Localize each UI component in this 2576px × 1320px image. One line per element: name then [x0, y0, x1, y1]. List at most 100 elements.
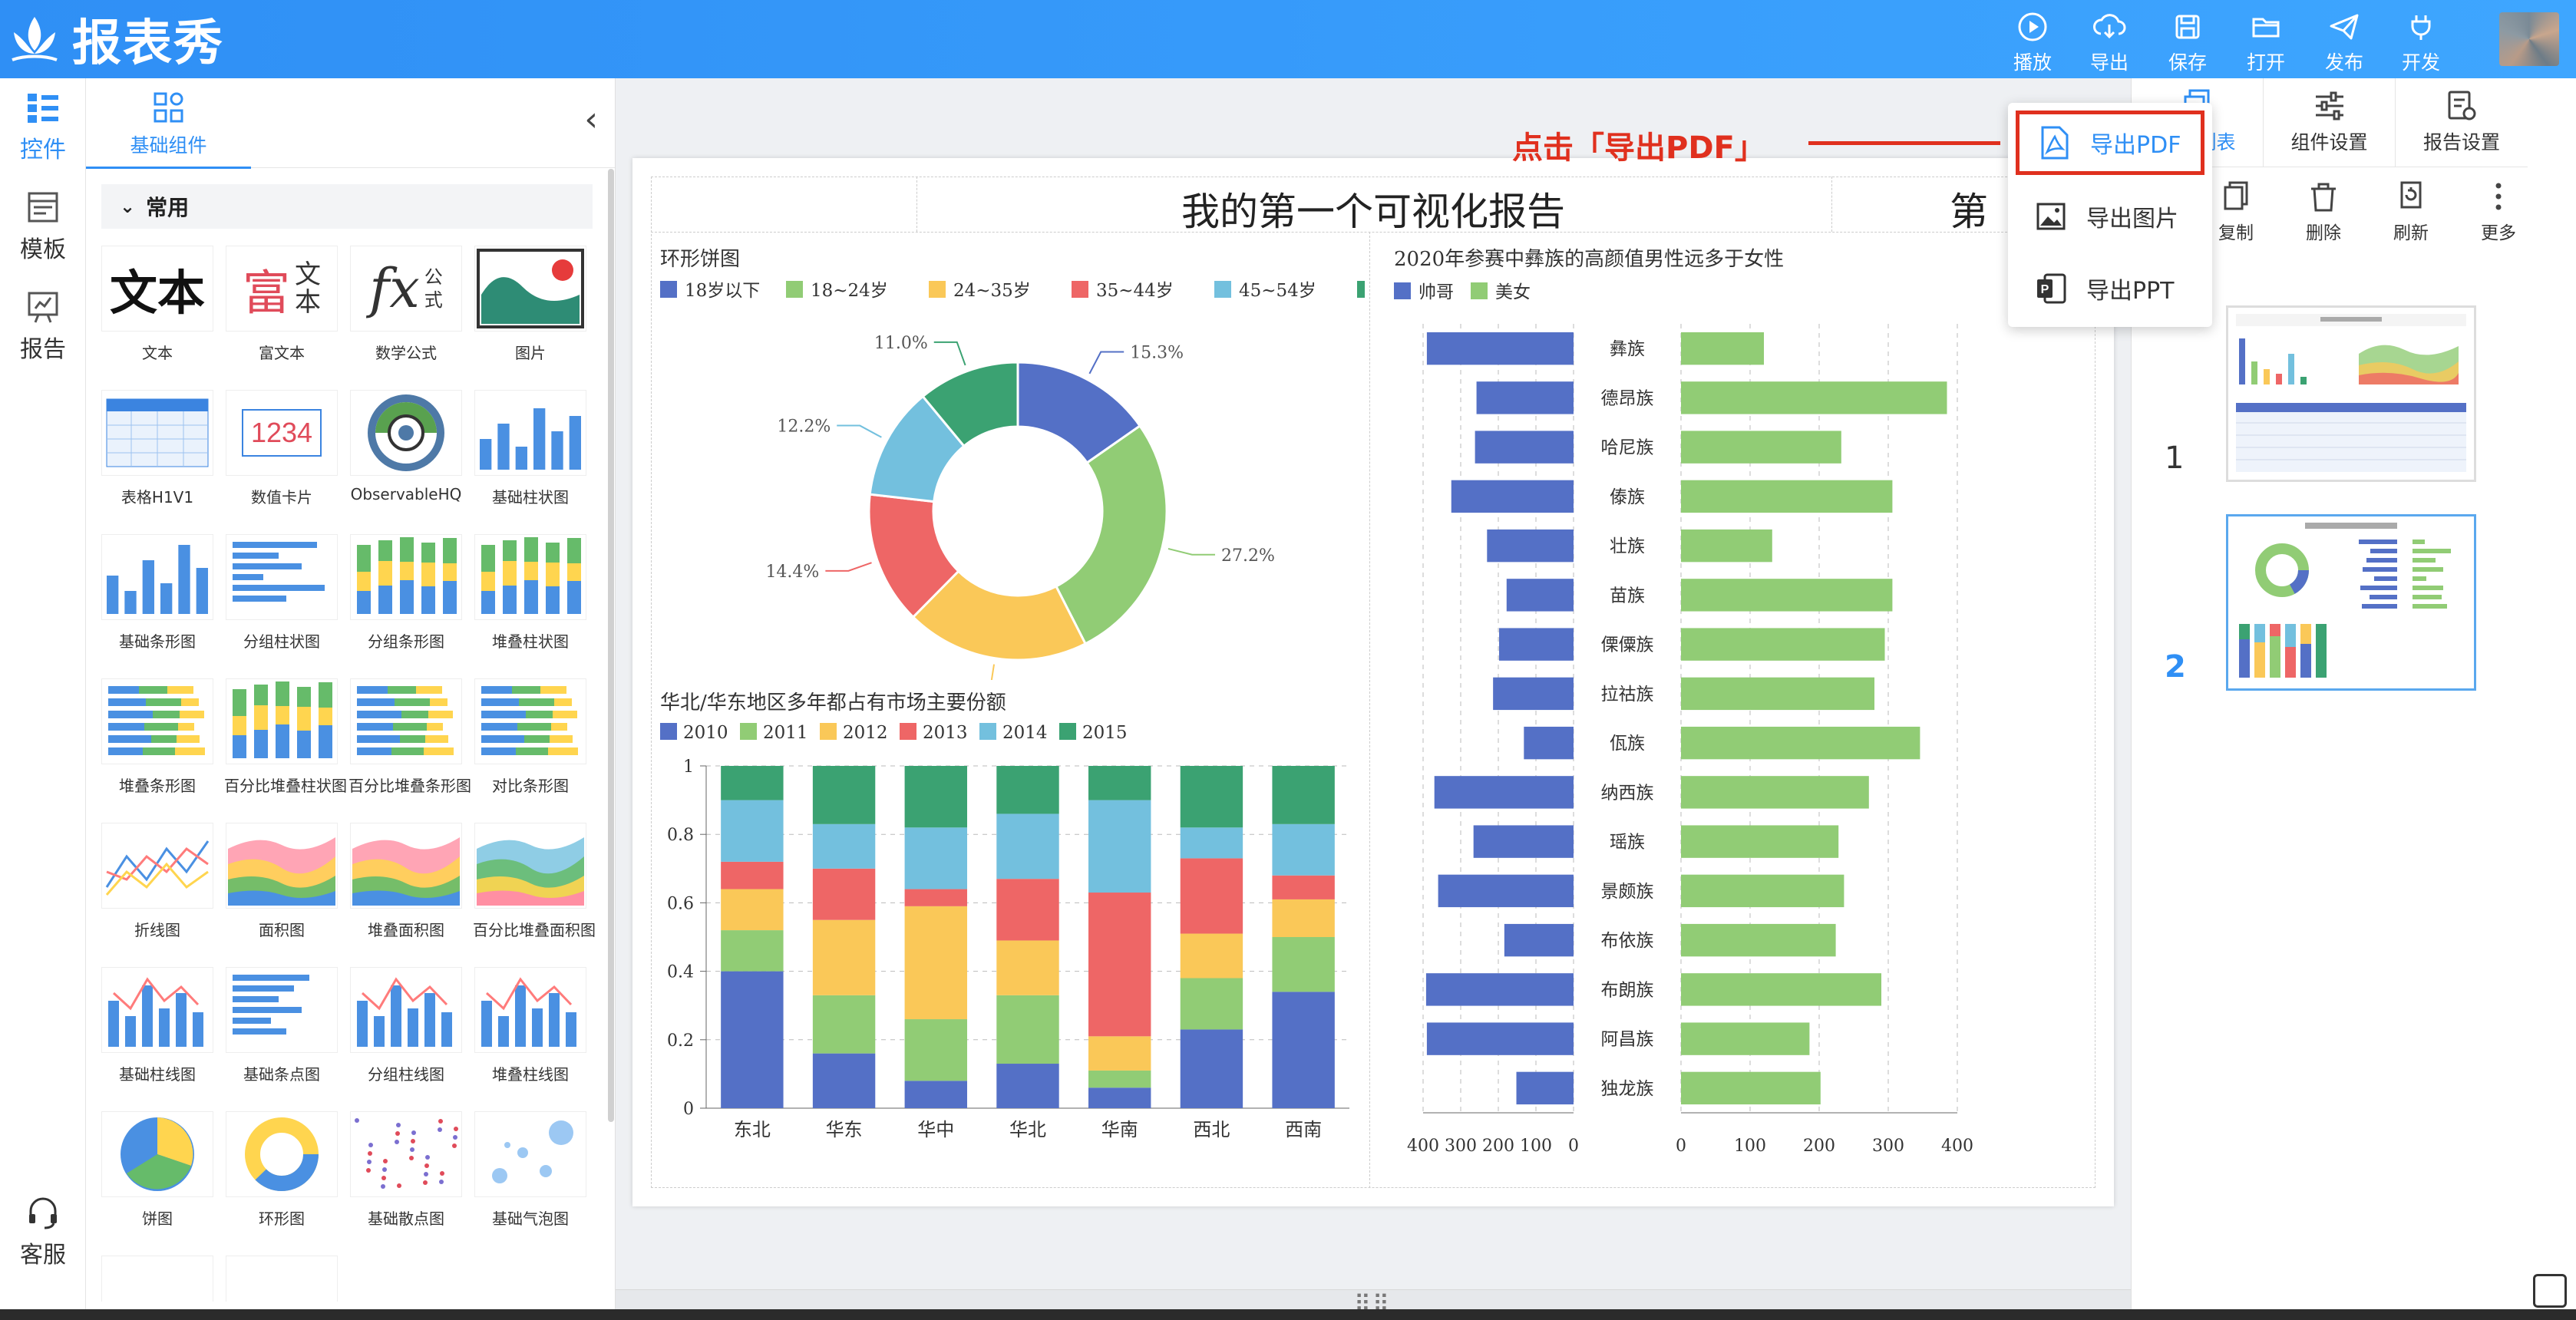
donut-leader-line: [1088, 351, 1125, 375]
export-button[interactable]: 导出: [2071, 8, 2148, 74]
group-common[interactable]: ⌄ 常用: [101, 184, 593, 229]
nav-report[interactable]: 报告: [0, 278, 86, 370]
component-8[interactable]: 基础柱状图: [473, 390, 588, 507]
stack-bar-segment: [996, 1064, 1059, 1108]
nav-template[interactable]: 模板: [0, 178, 86, 270]
publish-icon: [2330, 14, 2359, 40]
expand-corner-icon[interactable]: [2533, 1274, 2567, 1308]
donut-chart[interactable]: 环形饼图18岁以下18~24岁24~35岁35~44岁45~54岁55岁以上15…: [651, 235, 1365, 680]
page-thumbnail-preview: [2239, 523, 2451, 678]
export-image-menu-item[interactable]: 导出图片: [2016, 184, 2204, 249]
component-6[interactable]: 1234 数值卡片: [224, 390, 339, 507]
component-17[interactable]: 折线图: [100, 823, 215, 940]
stacked-percent-bar-chart[interactable]: 华北/华东地区多年都占有市场主要份额 2010 2011 2012 2013 2014 20…: [651, 688, 1365, 1186]
component-20[interactable]: 百分比堆叠面积图: [473, 823, 596, 940]
user-avatar[interactable]: [2499, 12, 2559, 66]
tab-report-settings[interactable]: 报告设置: [2396, 78, 2528, 167]
nav-service[interactable]: 客服: [0, 1183, 86, 1275]
refresh-button[interactable]: 刷新: [2368, 175, 2454, 244]
component-5[interactable]: 表格H1V1: [100, 390, 215, 507]
category-label: 阿昌族: [1601, 1030, 1654, 1050]
component-13[interactable]: 堆叠条形图: [100, 678, 215, 796]
app-logo[interactable]: 报表秀: [8, 6, 224, 72]
legend-label: 45~54岁: [1239, 281, 1316, 301]
legend-label: 2015: [1082, 723, 1128, 743]
donut-leader-line: [990, 664, 996, 680]
stack-bar-segment: [1180, 827, 1243, 859]
export-pdf-menu-item[interactable]: 导出PDF: [2016, 111, 2204, 175]
component-26[interactable]: 环形图: [224, 1111, 339, 1229]
report-title[interactable]: 我的第一个可视化报告: [632, 181, 2114, 236]
nav-report-label: 报告: [20, 336, 66, 363]
component-thumbnail: [350, 678, 462, 764]
category-label: 彝族: [1610, 339, 1645, 359]
component-25[interactable]: 饼图: [100, 1111, 215, 1229]
report-page[interactable]: 我的第一个可视化报告 第 环形饼图 18岁以下 18~24岁 24~35岁 35~44岁…: [632, 158, 2114, 1206]
page-thumbnail-1[interactable]: [2226, 305, 2476, 482]
component-16[interactable]: 对比条形图: [473, 678, 588, 796]
male-bar: [1524, 726, 1574, 760]
component-28[interactable]: 基础气泡图: [473, 1111, 588, 1229]
nav-widgets[interactable]: 控件: [0, 78, 86, 170]
stack-bar-segment: [1272, 875, 1335, 899]
component-21[interactable]: 基础柱线图: [100, 967, 215, 1084]
x-tick-label: 西北: [1193, 1119, 1230, 1140]
legend-label: 2013: [923, 723, 968, 743]
component-thumbnail: [226, 678, 338, 764]
component-4[interactable]: 图片: [473, 246, 588, 363]
male-bar: [1498, 628, 1574, 661]
component-partial[interactable]: [100, 1256, 215, 1302]
component-label: 饼图: [142, 1209, 173, 1228]
component-12[interactable]: 堆叠柱状图: [473, 534, 588, 652]
play-label: 播放: [2013, 51, 2052, 74]
stack-bar-segment: [812, 766, 876, 824]
component-11[interactable]: 分组条形图: [348, 534, 464, 652]
category-label: 傈僳族: [1601, 635, 1654, 655]
tab-component-settings-label: 组件设置: [2290, 131, 2368, 153]
page-thumbnail-2[interactable]: [2226, 514, 2476, 691]
component-19[interactable]: 堆叠面积图: [348, 823, 464, 940]
component-27[interactable]: 基础散点图: [348, 1111, 464, 1229]
stack-bar-segment: [1180, 858, 1243, 934]
tab-basic-components[interactable]: 基础组件: [86, 78, 251, 169]
save-button[interactable]: 保存: [2149, 8, 2226, 74]
component-partial[interactable]: [224, 1256, 339, 1302]
export-ppt-menu-item[interactable]: P 导出PPT: [2016, 256, 2204, 321]
component-7[interactable]: ObservableHQ: [348, 390, 464, 503]
component-3[interactable]: fx 公式数学公式: [348, 246, 464, 363]
x-tick-label: 华北: [1009, 1119, 1046, 1140]
component-18[interactable]: 面积图: [224, 823, 339, 940]
component-2[interactable]: 富文本富文本: [224, 246, 339, 363]
component-1[interactable]: 文本 文本: [100, 246, 215, 363]
page-number-1[interactable]: 1: [2165, 441, 2184, 476]
open-button[interactable]: 打开: [2228, 8, 2304, 74]
play-button[interactable]: 播放: [1994, 8, 2071, 74]
panel-scrollbar[interactable]: [608, 169, 614, 1122]
publish-button[interactable]: 发布: [2306, 8, 2383, 74]
x-tick-label: 300: [1872, 1137, 1904, 1156]
stack-bar-segment: [1088, 1087, 1151, 1108]
component-thumbnail: [350, 1111, 462, 1197]
female-bar: [1681, 825, 1839, 858]
component-14[interactable]: 百分比堆叠柱状图: [224, 678, 347, 796]
stack-bar-segment: [721, 930, 784, 972]
component-22[interactable]: 基础条点图: [224, 967, 339, 1084]
delete-button[interactable]: 删除: [2280, 175, 2366, 244]
component-thumbnail: [226, 967, 338, 1053]
component-10[interactable]: 分组柱状图: [224, 534, 339, 652]
tab-component-settings[interactable]: 组件设置: [2264, 78, 2396, 167]
component-9[interactable]: 基础条形图: [100, 534, 215, 652]
component-23[interactable]: 分组柱线图: [348, 967, 464, 1084]
component-24[interactable]: 堆叠柱线图: [473, 967, 588, 1084]
component-15[interactable]: 百分比堆叠条形图: [348, 678, 471, 796]
component-label: 堆叠面积图: [368, 921, 444, 939]
legend-label: 帅哥: [1418, 282, 1454, 302]
more-button[interactable]: 更多: [2455, 175, 2541, 244]
collapse-panel-chevron-left-icon[interactable]: ‹: [584, 100, 598, 139]
page-number-2[interactable]: 2: [2165, 649, 2186, 685]
donut-data-label: 14.4%: [765, 563, 819, 582]
butterfly-bar-chart[interactable]: 2020年参赛中彝族的高颜值男性远多于女性帅哥 美女 400 0 300 100 200 20…: [1374, 235, 2095, 1186]
x-tick-label: 华南: [1101, 1119, 1138, 1140]
develop-button[interactable]: 开发: [2383, 8, 2459, 74]
copy-icon: [2224, 181, 2248, 210]
